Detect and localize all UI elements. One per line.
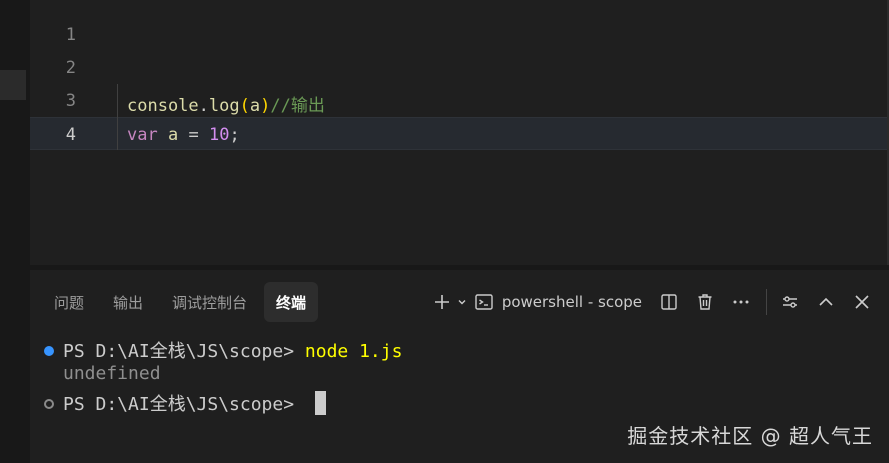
split-icon	[661, 294, 677, 310]
token-argument: a	[249, 96, 261, 116]
maximize-panel-button[interactable]	[811, 286, 841, 318]
chevron-up-icon	[819, 297, 833, 306]
actions-divider	[766, 289, 767, 315]
line-number: 4	[65, 125, 76, 145]
chevron-down-icon[interactable]	[456, 296, 468, 308]
line-number: 2	[65, 58, 76, 78]
code-text: var a = 10;	[127, 125, 240, 145]
terminal-output-text: undefined	[63, 363, 161, 384]
terminal-line: undefined	[30, 363, 161, 389]
editor-line-current[interactable]: 4 var a = 10;	[30, 117, 889, 150]
tab-problems[interactable]: 问题	[30, 282, 96, 322]
kill-terminal-button[interactable]	[690, 286, 720, 318]
sliders-icon	[783, 296, 797, 308]
editor-line[interactable]: 3 console.log(a)//输出	[30, 84, 889, 117]
trash-icon	[698, 294, 712, 310]
terminal-icon	[475, 294, 493, 310]
command-pending-icon[interactable]	[44, 399, 54, 409]
tab-debug-console[interactable]: 调试控制台	[160, 282, 259, 322]
terminal-command: node 1.js	[304, 341, 403, 362]
terminal-prompt: PS D:\AI全栈\JS\scope>	[63, 341, 305, 362]
terminal-line: PS D:\AI全栈\JS\scope> node 1.js	[30, 337, 402, 363]
token-keyword: var	[127, 125, 158, 145]
editor-line[interactable]: 2	[30, 51, 889, 84]
terminal-cursor	[314, 391, 326, 415]
ellipsis-icon	[733, 300, 749, 304]
token-semicolon: ;	[229, 125, 240, 145]
line-number: 1	[65, 25, 76, 45]
split-terminal-button[interactable]	[654, 286, 684, 318]
panel-tabs: 问题 输出 调试控制台 终端	[30, 282, 323, 322]
token-object: console	[127, 96, 199, 116]
watermark: 掘金技术社区 @ 超人气王	[627, 424, 873, 448]
more-actions-button[interactable]	[726, 286, 756, 318]
customize-layout-button[interactable]	[775, 286, 805, 318]
token-number: 10	[208, 125, 230, 145]
activity-strip	[0, 0, 26, 265]
tab-terminal[interactable]: 终端	[264, 282, 319, 322]
token-function: log	[208, 96, 240, 116]
token-comment: //输出	[270, 96, 325, 116]
activity-strip-active-row	[0, 70, 26, 100]
line-number: 3	[65, 91, 76, 111]
close-icon	[855, 295, 869, 309]
token-identifier: a	[167, 125, 179, 145]
panel-actions: powershell - scope	[432, 282, 889, 322]
tab-output[interactable]: 输出	[101, 282, 155, 322]
command-success-icon[interactable]	[44, 346, 54, 356]
terminal-line: PS D:\AI全栈\JS\scope>	[30, 390, 326, 416]
new-terminal-button[interactable]	[432, 286, 468, 318]
token-dot: .	[198, 96, 209, 116]
terminal-selector[interactable]: powershell - scope	[474, 292, 642, 312]
token-paren-close: )	[260, 96, 271, 116]
terminal-name: powershell - scope	[501, 293, 642, 311]
plus-icon	[434, 295, 449, 309]
panel-left-edge	[0, 265, 30, 463]
indent-guide	[117, 84, 118, 150]
token-paren-open: (	[239, 96, 250, 116]
code-text: console.log(a)//输出	[127, 91, 325, 116]
terminal-prompt: PS D:\AI全栈\JS\scope>	[63, 394, 305, 415]
token-operator: =	[188, 125, 199, 145]
editor-line[interactable]: 1	[30, 18, 889, 51]
code-editor[interactable]: 1 2 3 console.log(a)//输出 4 var a = 10;	[30, 0, 889, 265]
close-panel-button[interactable]	[847, 286, 877, 318]
